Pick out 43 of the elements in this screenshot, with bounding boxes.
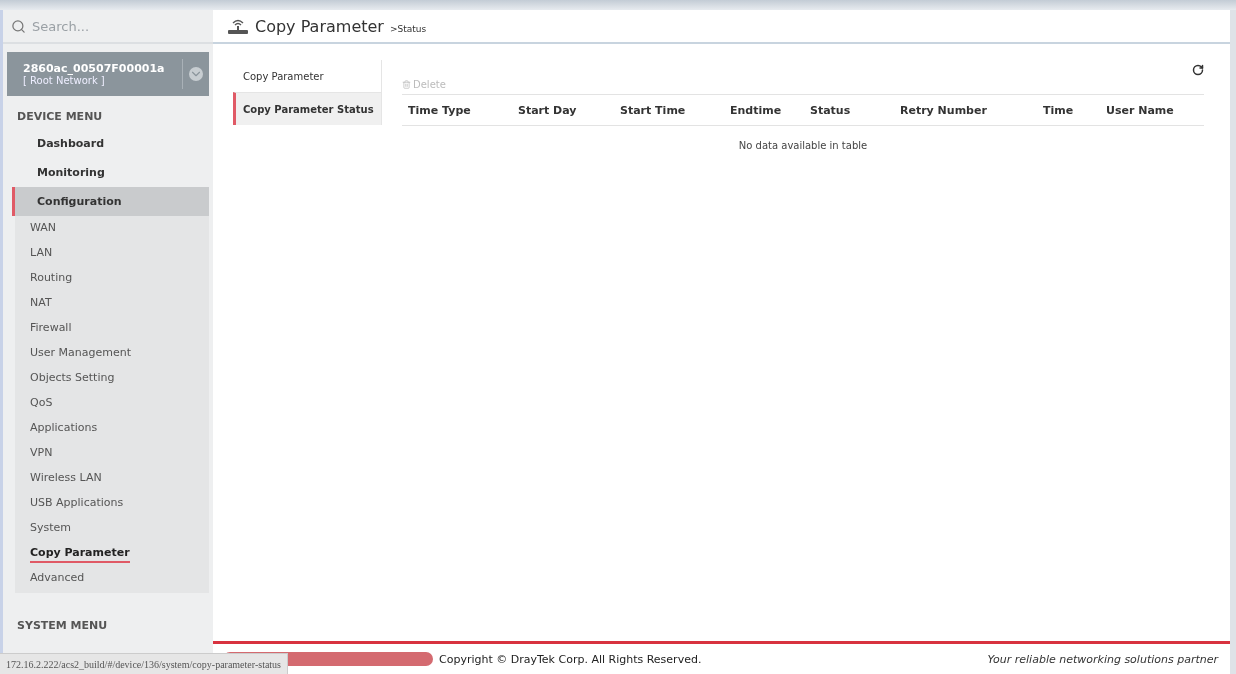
breadcrumb: >Status (389, 23, 427, 34)
column-header[interactable]: Start Time (620, 103, 730, 117)
status-url: 172.16.2.222/acs2_build/#/device/136/system/copy-parameter-status (0, 653, 288, 674)
column-header[interactable]: Time Type (408, 103, 518, 117)
menu-item[interactable]: Configuration (12, 187, 209, 216)
column-header[interactable]: Start Day (518, 103, 620, 117)
column-header[interactable]: Endtime (730, 103, 810, 117)
column-header[interactable]: Time (1043, 103, 1106, 117)
router-icon (227, 18, 249, 34)
submenu-item[interactable]: System (30, 519, 72, 538)
submenu-item[interactable]: Applications (30, 419, 98, 438)
submenu-item[interactable]: WAN (30, 219, 57, 238)
refresh-button[interactable] (1192, 64, 1204, 76)
tagline: Your reliable networking solutions partner (987, 652, 1218, 666)
submenu-item[interactable]: Advanced (30, 569, 85, 588)
submenu-item[interactable]: Copy Parameter (30, 544, 130, 563)
search-field[interactable]: Search... (30, 17, 205, 35)
submenu-item[interactable]: Routing (30, 269, 73, 288)
column-header[interactable]: Retry Number (900, 103, 1043, 117)
submenu-item[interactable]: USB Applications (30, 494, 124, 513)
trash-icon (402, 80, 411, 89)
dropdown-icon (189, 67, 203, 81)
submenu-item[interactable]: LAN (30, 244, 53, 263)
menu-heading: SYSTEM MENU (16, 618, 109, 634)
menu-item[interactable]: Dashboard (12, 129, 209, 158)
column-header[interactable]: User Name (1106, 103, 1204, 117)
search-icon (11, 18, 26, 34)
device-network: [ Root Network ] (23, 75, 106, 86)
tab[interactable]: Copy Parameter Status (233, 92, 381, 125)
copyright-text: Copyright © DrayTek Corp. All Rights Reserved. (439, 652, 702, 666)
submenu-item[interactable]: User Management (30, 344, 132, 363)
submenu-item[interactable]: Firewall (30, 319, 72, 338)
submenu-item[interactable]: NAT (30, 294, 52, 313)
menu-item[interactable]: Monitoring (12, 158, 209, 187)
empty-message: No data available in table (737, 139, 869, 151)
submenu-item[interactable]: Objects Setting (30, 369, 115, 388)
page-title: Copy Parameter (255, 16, 384, 36)
submenu-item[interactable]: VPN (30, 444, 53, 463)
submenu-item[interactable]: Wireless LAN (30, 469, 102, 488)
column-header[interactable]: Status (810, 103, 900, 117)
submenu-item[interactable]: QoS (30, 394, 53, 413)
menu-heading: DEVICE MENU (16, 109, 104, 125)
device-name: 2860ac_00507F00001a (23, 62, 166, 75)
